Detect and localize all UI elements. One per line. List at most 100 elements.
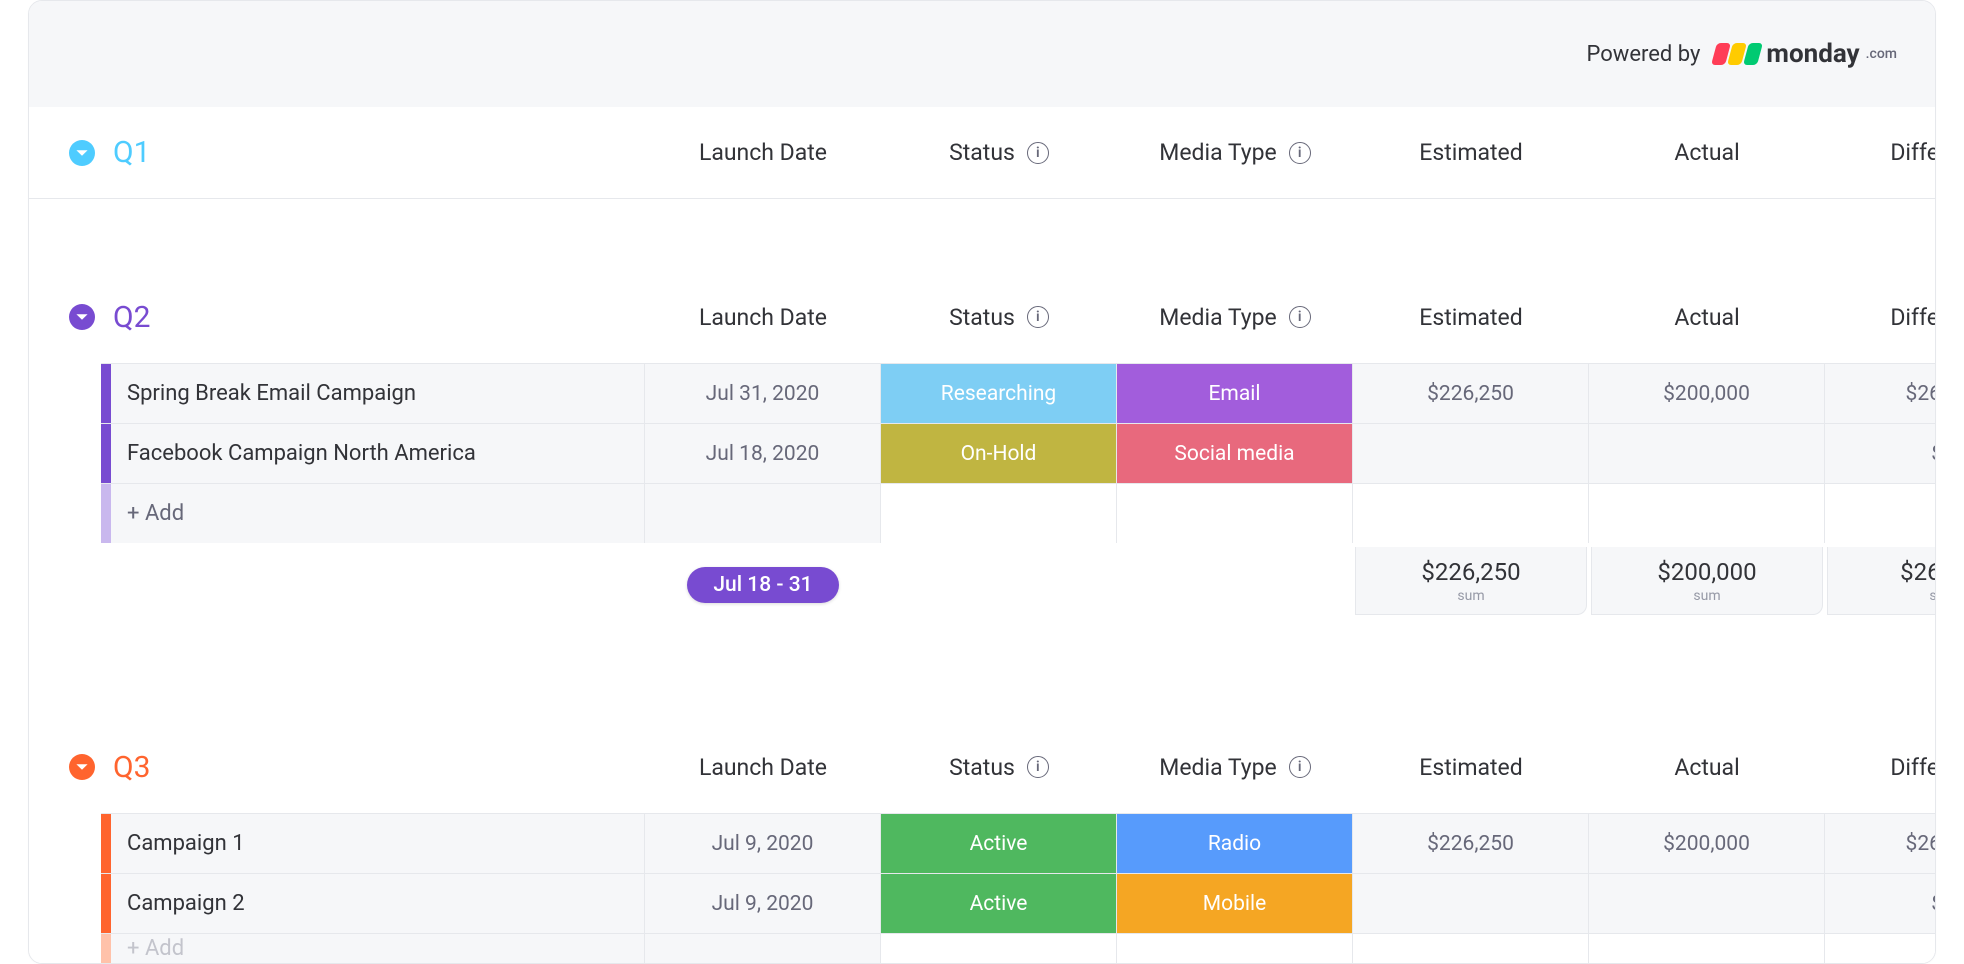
actual-cell[interactable]	[1589, 873, 1825, 933]
difference-cell[interactable]: $0	[1825, 873, 1936, 933]
group-header-q2: Q2 Launch Date Statusi Media Typei Estim…	[29, 271, 1935, 363]
col-estimated[interactable]: Estimated	[1353, 754, 1589, 781]
table-row[interactable]: Facebook Campaign North America Jul 18, …	[29, 423, 1935, 483]
col-actual[interactable]: Actual	[1589, 304, 1825, 331]
status-cell[interactable]: Researching	[881, 363, 1117, 423]
sum-actual: $200,000 sum	[1591, 547, 1823, 615]
table-row[interactable]: Campaign 1 Jul 9, 2020 Active Radio $226…	[29, 813, 1935, 873]
item-name: Facebook Campaign North America	[101, 441, 476, 466]
group-title: Q1	[113, 135, 151, 170]
estimated-cell[interactable]	[1353, 873, 1589, 933]
empty-cell	[1117, 483, 1353, 543]
col-media-type[interactable]: Media Typei	[1117, 304, 1353, 331]
col-launch-date[interactable]: Launch Date	[645, 139, 881, 166]
difference-cell[interactable]: $0	[1825, 423, 1936, 483]
chevron-down-icon	[69, 754, 95, 780]
add-item-cell[interactable]: + Add	[101, 483, 645, 543]
launch-cell[interactable]: Jul 9, 2020	[645, 813, 881, 873]
table-row[interactable]: Campaign 2 Jul 9, 2020 Active Mobile $0	[29, 873, 1935, 933]
col-actual[interactable]: Actual	[1589, 139, 1825, 166]
launch-cell[interactable]: Jul 9, 2020	[645, 873, 881, 933]
monday-logo-icon	[1714, 43, 1762, 65]
info-icon[interactable]: i	[1289, 142, 1311, 164]
add-item-label: + Add	[101, 501, 184, 526]
media-cell[interactable]: Social media	[1117, 423, 1353, 483]
actual-cell[interactable]: $200,000	[1589, 813, 1825, 873]
col-status[interactable]: Statusi	[881, 754, 1117, 781]
estimated-cell[interactable]: $226,250	[1353, 813, 1589, 873]
media-cell[interactable]: Mobile	[1117, 873, 1353, 933]
chevron-down-icon	[69, 140, 95, 166]
group-header-q3: Q3 Launch Date Statusi Media Typei Estim…	[29, 721, 1935, 813]
col-difference[interactable]: Difference i	[1825, 721, 1936, 813]
status-cell[interactable]: On-Hold	[881, 423, 1117, 483]
empty-cell	[1353, 483, 1589, 543]
status-cell[interactable]: Active	[881, 873, 1117, 933]
empty-cell	[645, 933, 881, 963]
item-name: Campaign 2	[101, 891, 245, 916]
status-cell[interactable]: Active	[881, 813, 1117, 873]
brand-suffix: .com	[1866, 46, 1897, 62]
group-color-bar	[101, 364, 111, 423]
media-cell[interactable]: Radio	[1117, 813, 1353, 873]
sum-difference: $26,250 sum	[1827, 547, 1936, 615]
col-estimated[interactable]: Estimated	[1353, 304, 1589, 331]
launch-cell[interactable]: Jul 18, 2020	[645, 423, 881, 483]
item-name-cell[interactable]: Campaign 2	[101, 873, 645, 933]
col-estimated[interactable]: Estimated	[1353, 139, 1589, 166]
empty-cell	[1589, 483, 1825, 543]
info-icon[interactable]: i	[1289, 306, 1311, 328]
info-icon[interactable]: i	[1027, 142, 1049, 164]
group-toggle-q2[interactable]: Q2	[29, 300, 645, 335]
actual-cell[interactable]: $200,000	[1589, 363, 1825, 423]
item-name-cell[interactable]: Spring Break Email Campaign	[101, 363, 645, 423]
col-launch-date[interactable]: Launch Date	[645, 304, 881, 331]
empty-cell	[1353, 933, 1589, 963]
col-media-type[interactable]: Media Typei	[1117, 754, 1353, 781]
col-media-type[interactable]: Media Typei	[1117, 139, 1353, 166]
monday-logo[interactable]: monday .com	[1714, 39, 1897, 69]
info-icon[interactable]: i	[1027, 756, 1049, 778]
info-icon[interactable]: i	[1289, 756, 1311, 778]
date-range-pill: Jul 18 - 31	[687, 567, 838, 603]
board-panel: Powered by monday.com Q1 Launch D	[28, 0, 1936, 964]
powered-by: Powered by monday.com	[1587, 39, 1898, 69]
estimated-cell[interactable]	[1353, 423, 1589, 483]
add-item-label: + Add	[101, 936, 184, 961]
actual-cell[interactable]	[1589, 423, 1825, 483]
group-toggle-q3[interactable]: Q3	[29, 750, 645, 785]
group-toggle-q1[interactable]: Q1	[29, 135, 645, 170]
date-range-summary[interactable]: Jul 18 - 31	[645, 543, 881, 627]
launch-cell[interactable]: Jul 31, 2020	[645, 363, 881, 423]
item-name: Spring Break Email Campaign	[101, 381, 416, 406]
info-icon[interactable]: i	[1027, 306, 1049, 328]
group-color-bar	[101, 484, 111, 543]
col-difference[interactable]: Difference	[1825, 139, 1936, 166]
difference-cell[interactable]: $26,250	[1825, 813, 1936, 873]
chevron-down-icon	[69, 304, 95, 330]
sum-estimated: $226,250 sum	[1355, 547, 1587, 615]
estimated-cell[interactable]: $226,250	[1353, 363, 1589, 423]
empty-cell	[1589, 933, 1825, 963]
add-item-cell[interactable]: + Add	[101, 933, 645, 963]
add-item-row[interactable]: + Add	[29, 933, 1935, 963]
group-color-bar	[101, 814, 111, 873]
add-item-row[interactable]: + Add	[29, 483, 1935, 543]
col-status[interactable]: Statusi	[881, 139, 1117, 166]
empty-cell	[881, 933, 1117, 963]
group-color-bar	[101, 424, 111, 483]
media-cell[interactable]: Email	[1117, 363, 1353, 423]
item-name-cell[interactable]: Facebook Campaign North America	[101, 423, 645, 483]
table-row[interactable]: Spring Break Email Campaign Jul 31, 2020…	[29, 363, 1935, 423]
col-launch-date[interactable]: Launch Date	[645, 754, 881, 781]
col-difference[interactable]: Difference i	[1825, 271, 1936, 363]
empty-cell	[1117, 933, 1353, 963]
empty-cell	[1825, 483, 1936, 543]
difference-cell[interactable]: $26,250	[1825, 363, 1936, 423]
brand-name: monday	[1766, 39, 1859, 69]
group-header-q1: Q1 Launch Date Statusi Media Typei Estim…	[29, 107, 1935, 199]
item-name-cell[interactable]: Campaign 1	[101, 813, 645, 873]
col-status[interactable]: Statusi	[881, 304, 1117, 331]
empty-cell	[645, 483, 881, 543]
col-actual[interactable]: Actual	[1589, 754, 1825, 781]
